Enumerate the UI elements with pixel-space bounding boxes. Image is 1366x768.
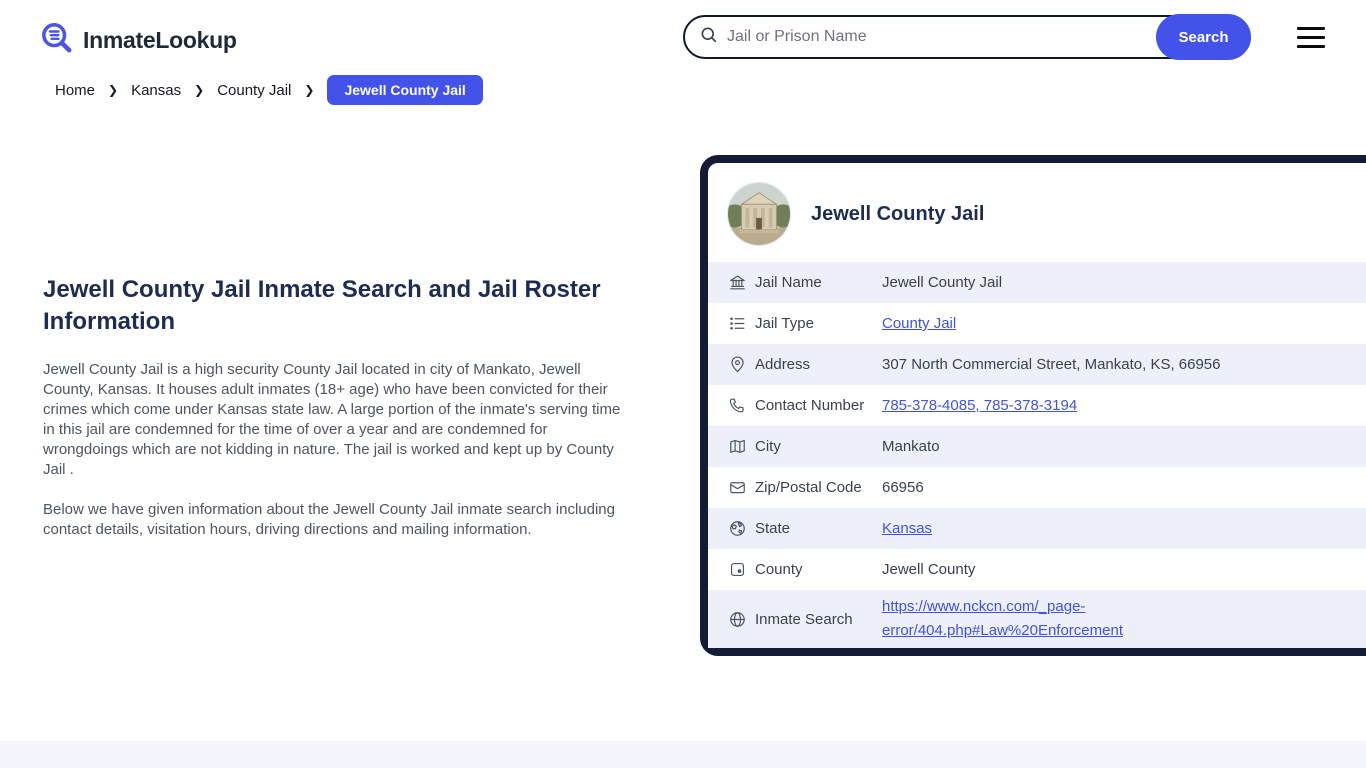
- map-icon: [727, 437, 747, 457]
- globe-icon: [727, 609, 747, 629]
- row-value: Jewell County: [882, 561, 976, 578]
- table-row-state: State Kansas: [708, 508, 1366, 549]
- jail-photo-avatar: [727, 182, 791, 246]
- table-row-jail-type: Jail Type County Jail: [708, 303, 1366, 344]
- state-link[interactable]: Kansas: [882, 520, 932, 537]
- page: InmateLookup Search Home ❯ Kansas ❯ Coun…: [0, 0, 1366, 768]
- inmate-search-link[interactable]: https://www.nckcn.com/_page-error/404.ph…: [882, 595, 1182, 643]
- row-label: Inmate Search: [755, 610, 853, 628]
- jail-info-card: Jewell County Jail Jail Name Jewell Coun…: [700, 155, 1366, 656]
- mail-icon: [727, 478, 747, 498]
- row-label: Jail Type: [755, 315, 814, 332]
- breadcrumb-kansas[interactable]: Kansas: [131, 82, 181, 99]
- brand-name: InmateLookup: [83, 27, 237, 53]
- breadcrumb-county-jail[interactable]: County Jail: [217, 82, 291, 99]
- breadcrumb: Home ❯ Kansas ❯ County Jail ❯ Jewell Cou…: [55, 75, 483, 105]
- article-paragraph: Jewell County Jail is a high security Co…: [43, 361, 621, 478]
- map-pin-icon: [727, 355, 747, 375]
- chevron-right-icon: ❯: [194, 83, 205, 97]
- row-value: Jewell County Jail: [882, 274, 1003, 291]
- breadcrumb-home[interactable]: Home: [55, 82, 95, 99]
- article-paragraph: Below we have given information about th…: [43, 501, 615, 538]
- row-label: Contact Number: [755, 397, 865, 414]
- list-icon: [727, 314, 747, 334]
- magnifier-with-lines-icon: [40, 21, 74, 60]
- footer-band: [0, 741, 1366, 768]
- row-label: Zip/Postal Code: [755, 479, 862, 496]
- phone-icon: [727, 396, 747, 416]
- row-label: County: [755, 561, 803, 578]
- row-value: 66956: [882, 479, 924, 496]
- search-button[interactable]: Search: [1156, 14, 1251, 60]
- contact-number-link[interactable]: 785-378-4085, 785-378-3194: [882, 397, 1077, 414]
- search-icon: [699, 25, 719, 50]
- chevron-right-icon: ❯: [108, 83, 119, 97]
- county-map-icon: [727, 560, 747, 580]
- table-row-county: County Jewell County: [708, 549, 1366, 590]
- table-row-zip-code: Zip/Postal Code 66956: [708, 467, 1366, 508]
- row-label: Jail Name: [755, 274, 822, 291]
- table-row-city: City Mankato: [708, 426, 1366, 467]
- search-input[interactable]: [727, 28, 1147, 46]
- table-row-contact-number: Contact Number 785-378-4085, 785-378-319…: [708, 385, 1366, 426]
- row-label: State: [755, 520, 791, 537]
- row-label: City: [755, 438, 781, 455]
- jail-type-link[interactable]: County Jail: [882, 315, 956, 332]
- table-row-inmate-search: Inmate Search https://www.nckcn.com/_pag…: [708, 590, 1366, 648]
- bank-icon: [727, 273, 747, 293]
- table-row-jail-name: Jail Name Jewell County Jail: [708, 262, 1366, 303]
- row-label: Address: [755, 356, 811, 373]
- globe-land-icon: [727, 519, 747, 539]
- table-row-address: Address 307 North Commercial Street, Man…: [708, 344, 1366, 385]
- search-bar: Search: [683, 14, 1251, 60]
- jail-card-header: Jewell County Jail: [708, 163, 1366, 262]
- hamburger-menu-icon[interactable]: [1297, 27, 1325, 48]
- breadcrumb-current-badge: Jewell County Jail: [327, 75, 483, 105]
- row-value: Mankato: [882, 438, 940, 455]
- jail-card-title: Jewell County Jail: [811, 202, 985, 225]
- article: Jewell County Jail Inmate Search and Jai…: [43, 274, 628, 540]
- page-title: Jewell County Jail Inmate Search and Jai…: [43, 276, 601, 335]
- brand-logo[interactable]: InmateLookup: [40, 21, 237, 60]
- chevron-right-icon: ❯: [304, 83, 315, 97]
- row-value: 307 North Commercial Street, Mankato, KS…: [882, 356, 1221, 373]
